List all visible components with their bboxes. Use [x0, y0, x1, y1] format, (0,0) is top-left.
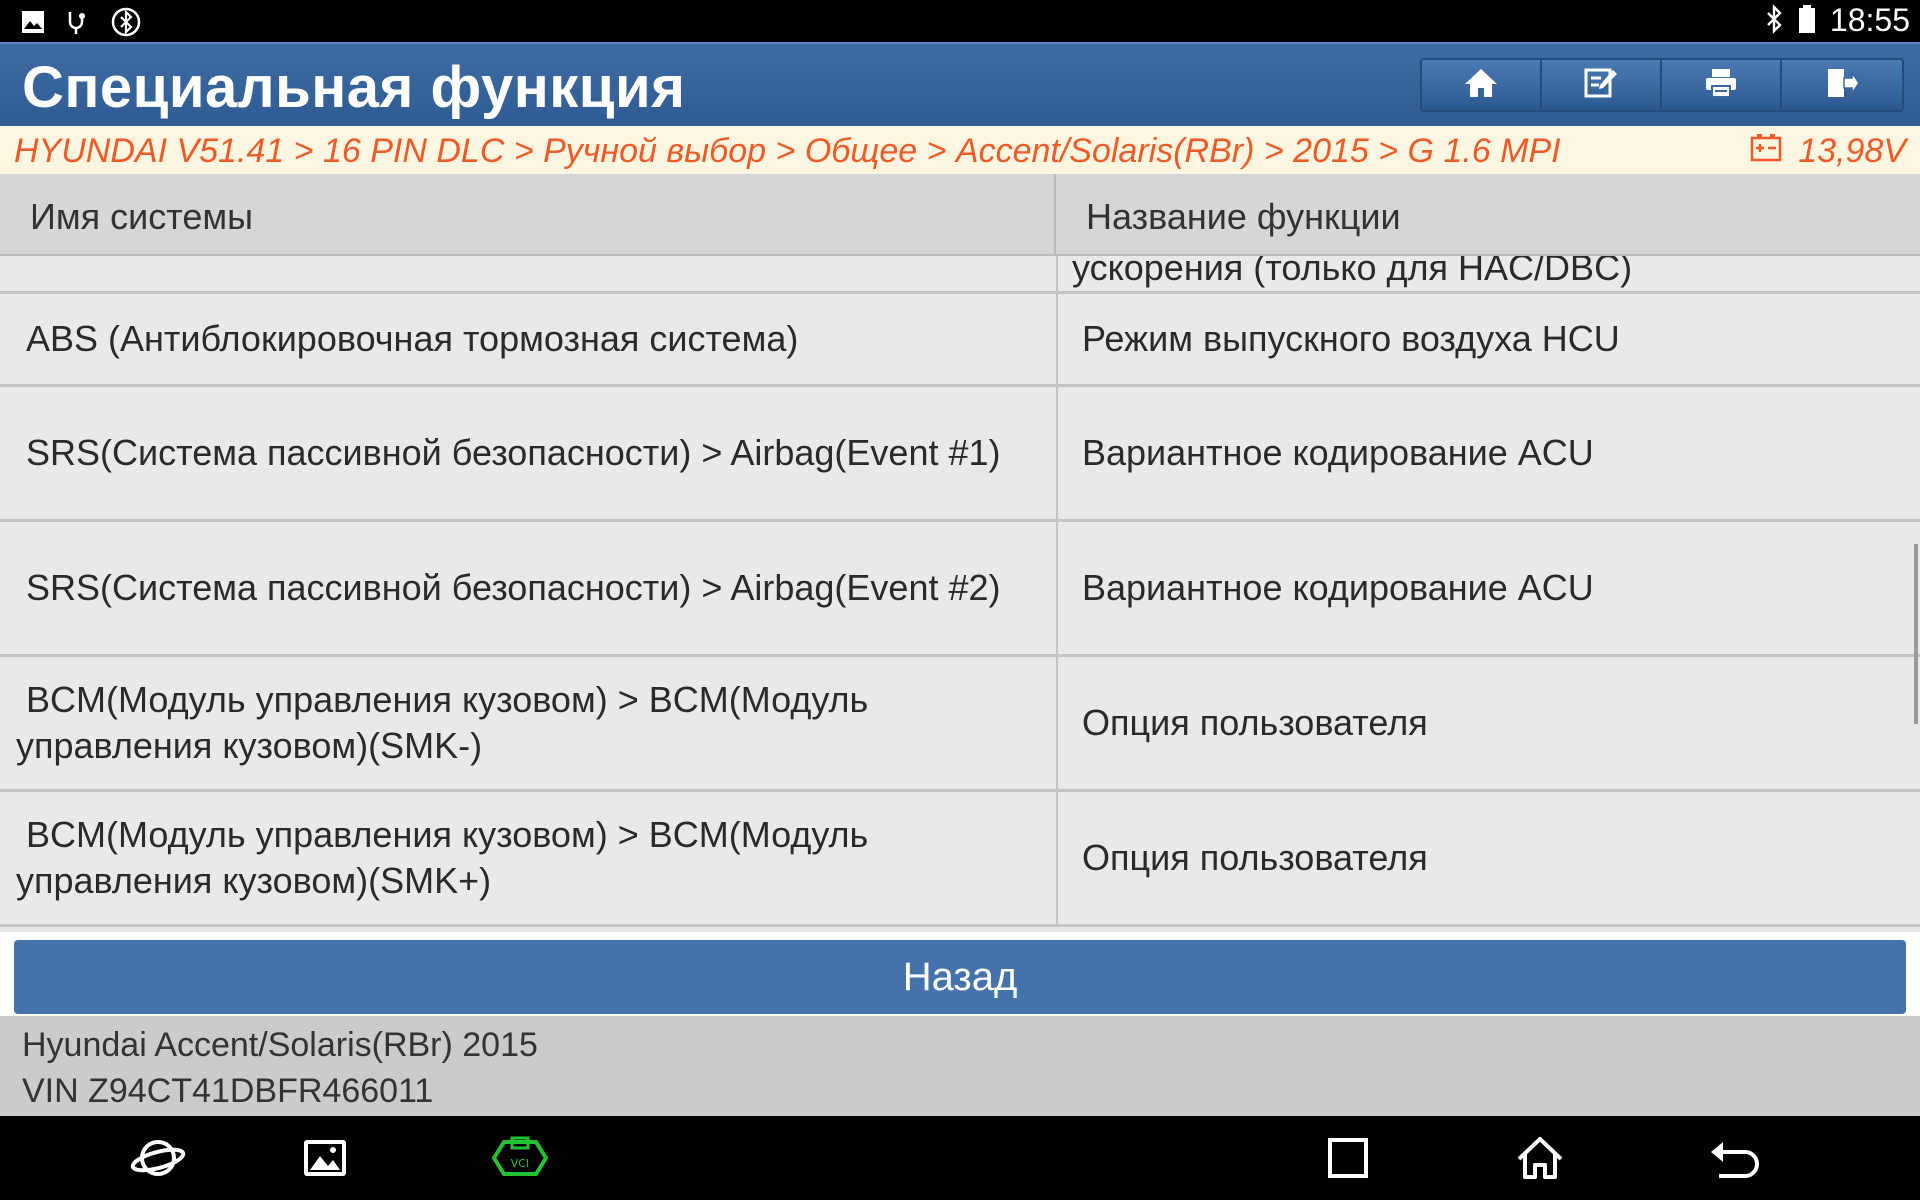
exit-button[interactable]: [1782, 60, 1902, 110]
voltage-value: 13,98V: [1798, 132, 1906, 170]
nav-home-icon[interactable]: [1510, 1130, 1570, 1186]
function-cell: Опция пользователя: [1056, 657, 1914, 789]
function-table[interactable]: Имя системы Название функции ускорения (…: [0, 174, 1920, 932]
breadcrumb-path: HYUNDAI V51.41 > 16 PIN DLC > Ручной выб…: [14, 132, 1561, 170]
table-row-partial[interactable]: ускорения (только для HAC/DBC): [0, 247, 1920, 294]
table-header: Имя системы Название функции: [0, 174, 1920, 256]
vci-icon[interactable]: VCI: [490, 1130, 550, 1186]
toolbar: [1420, 58, 1904, 112]
column-header-function: Название функции: [1086, 196, 1401, 237]
battery-voltage-icon: [1750, 132, 1782, 171]
vehicle-vin: VIN Z94CT41DBFR466011: [22, 1072, 434, 1110]
voltage-indicator: 13,98V: [1750, 132, 1906, 171]
system-cell: BCM(Модуль управления кузовом) > BCM(Мод…: [0, 657, 1054, 789]
home-icon: [1463, 66, 1499, 104]
home-button[interactable]: [1422, 60, 1542, 110]
battery-icon: [1798, 4, 1816, 38]
back-button-area: Назад: [0, 932, 1920, 1016]
system-name: SRS(Система пассивной безопасности) > Ai…: [26, 432, 1001, 473]
edit-button[interactable]: [1542, 60, 1662, 110]
system-name: ABS (Антиблокировочная тормозная система…: [26, 318, 799, 359]
recents-icon[interactable]: [1318, 1130, 1378, 1186]
function-cell: Опция пользователя: [1056, 792, 1914, 924]
system-cell: ABS (Антиблокировочная тормозная система…: [0, 294, 1054, 384]
browser-icon[interactable]: [128, 1130, 188, 1186]
usb-debug-icon: [64, 8, 92, 40]
table-body: ускорения (только для HAC/DBC) ABS (Анти…: [0, 247, 1920, 927]
image-icon: [20, 9, 46, 39]
back-icon[interactable]: [1705, 1130, 1765, 1186]
system-cell: SRS(Система пассивной безопасности) > Ai…: [0, 387, 1054, 519]
back-button[interactable]: Назад: [14, 940, 1906, 1014]
table-row[interactable]: SRS(Система пассивной безопасности) > Ai…: [0, 387, 1920, 522]
column-header-system: Имя системы: [30, 196, 253, 237]
svg-text:VCI: VCI: [511, 1157, 529, 1170]
system-cell: [0, 252, 1054, 291]
edit-icon: [1583, 66, 1619, 104]
app-header: Специальная функция: [0, 42, 1920, 126]
gallery-icon[interactable]: [295, 1130, 355, 1186]
vehicle-info: Hyundai Accent/Solaris(RBr) 2015 VIN Z94…: [0, 1016, 1920, 1116]
print-button[interactable]: [1662, 60, 1782, 110]
page-title: Специальная функция: [22, 55, 686, 120]
vehicle-model: Hyundai Accent/Solaris(RBr) 2015: [22, 1026, 538, 1064]
system-cell: BCM(Модуль управления кузовом) > BCM(Мод…: [0, 792, 1054, 924]
table-row[interactable]: BCM(Модуль управления кузовом) > BCM(Мод…: [0, 792, 1920, 927]
system-name: BCM(Модуль управления кузовом) > BCM(Мод…: [16, 814, 869, 901]
function-cell: Вариантное кодирование ACU: [1056, 522, 1914, 654]
system-cell: SRS(Система пассивной безопасности) > Ai…: [0, 522, 1054, 654]
function-cell: Вариантное кодирование ACU: [1056, 387, 1914, 519]
system-name: SRS(Система пассивной безопасности) > Ai…: [26, 567, 1001, 608]
table-row[interactable]: BCM(Модуль управления кузовом) > BCM(Мод…: [0, 657, 1920, 792]
function-cell: Режим выпускного воздуха HCU: [1056, 294, 1914, 384]
exit-icon: [1824, 66, 1860, 104]
column-divider: [1054, 174, 1056, 256]
function-cell: ускорения (только для HAC/DBC): [1056, 247, 1914, 291]
print-icon: [1703, 66, 1739, 104]
breadcrumb: HYUNDAI V51.41 > 16 PIN DLC > Ручной выб…: [0, 126, 1920, 174]
table-row[interactable]: ABS (Антиблокировочная тормозная система…: [0, 294, 1920, 387]
bluetooth-circle-icon: [110, 6, 142, 42]
scrollbar[interactable]: [1914, 544, 1918, 724]
system-navbar: VCI: [0, 1116, 1920, 1200]
status-bar: 18:55: [0, 0, 1920, 42]
clock: 18:55: [1829, 2, 1910, 38]
bluetooth-icon: [1764, 3, 1784, 38]
system-name: BCM(Модуль управления кузовом) > BCM(Мод…: [16, 679, 869, 766]
table-row[interactable]: SRS(Система пассивной безопасности) > Ai…: [0, 522, 1920, 657]
